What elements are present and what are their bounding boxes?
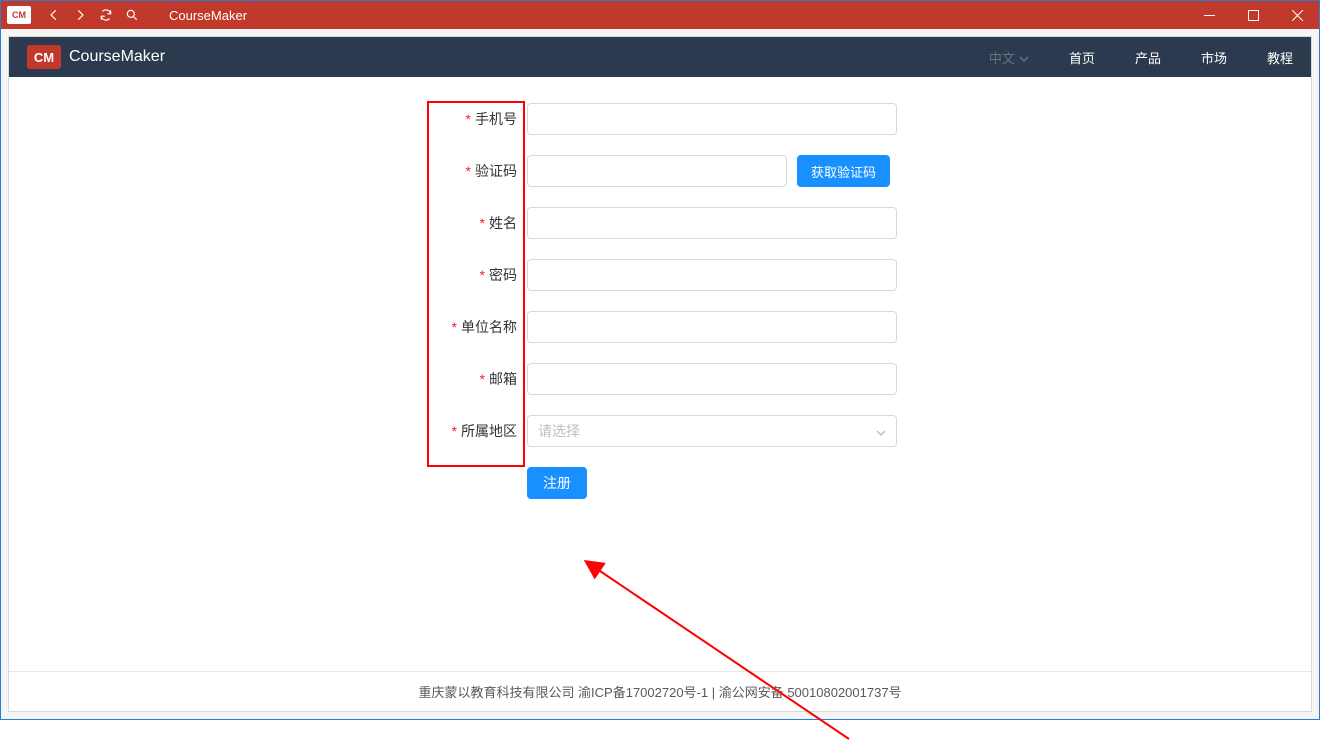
window-controls — [1187, 1, 1319, 29]
page-header: CM CourseMaker 中文 首页 产品 市场 教程 — [9, 37, 1311, 77]
back-button[interactable] — [43, 4, 65, 26]
nav-tutorial[interactable]: 教程 — [1267, 48, 1293, 67]
app-icon: CM — [7, 6, 31, 24]
content-area: CM CourseMaker 中文 首页 产品 市场 教程 — [1, 29, 1319, 719]
get-code-button[interactable]: 获取验证码 — [797, 155, 890, 187]
nav-market[interactable]: 市场 — [1201, 48, 1227, 67]
input-password[interactable] — [527, 259, 897, 291]
footer: 重庆蒙以教育科技有限公司 渝ICP备17002720号-1 | 渝公网安备 50… — [9, 671, 1311, 711]
search-button[interactable] — [121, 4, 143, 26]
brand-name: CourseMaker — [69, 48, 165, 66]
input-name[interactable] — [527, 207, 897, 239]
row-region: *所属地区 请选择 — [427, 415, 897, 447]
label-org: *单位名称 — [427, 317, 527, 337]
annotation-arrow — [569, 549, 869, 749]
register-form: *手机号 *验证码 获取验证码 *姓名 *密码 — [427, 103, 897, 499]
row-org: *单位名称 — [427, 311, 897, 343]
label-password: *密码 — [427, 265, 527, 285]
label-code: *验证码 — [427, 161, 527, 181]
label-email: *邮箱 — [427, 369, 527, 389]
close-button[interactable] — [1275, 1, 1319, 29]
input-org[interactable] — [527, 311, 897, 343]
row-submit: 注册 — [427, 467, 897, 499]
input-email[interactable] — [527, 363, 897, 395]
nav-product[interactable]: 产品 — [1135, 48, 1161, 67]
row-phone: *手机号 — [427, 103, 897, 135]
submit-button[interactable]: 注册 — [527, 467, 587, 499]
chevron-down-icon — [876, 423, 886, 439]
form-area: *手机号 *验证码 获取验证码 *姓名 *密码 — [9, 77, 1311, 671]
input-phone[interactable] — [527, 103, 897, 135]
label-phone: *手机号 — [427, 109, 527, 129]
label-name: *姓名 — [427, 213, 527, 233]
maximize-button[interactable] — [1231, 1, 1275, 29]
app-window: CM CourseMaker CM — [0, 0, 1320, 720]
footer-text: 重庆蒙以教育科技有限公司 渝ICP备17002720号-1 | 渝公网安备 50… — [418, 682, 901, 701]
header-nav: 中文 首页 产品 市场 教程 — [989, 48, 1293, 67]
chevron-down-icon — [1019, 50, 1029, 65]
logo-badge: CM — [27, 45, 61, 69]
row-password: *密码 — [427, 259, 897, 291]
select-region[interactable]: 请选择 — [527, 415, 897, 447]
minimize-button[interactable] — [1187, 1, 1231, 29]
nav-home[interactable]: 首页 — [1069, 48, 1095, 67]
label-region: *所属地区 — [427, 421, 527, 441]
row-name: *姓名 — [427, 207, 897, 239]
titlebar: CM CourseMaker — [1, 1, 1319, 29]
refresh-button[interactable] — [95, 4, 117, 26]
input-code[interactable] — [527, 155, 787, 187]
select-placeholder: 请选择 — [538, 421, 580, 441]
language-selector[interactable]: 中文 — [989, 48, 1029, 67]
row-code: *验证码 获取验证码 — [427, 155, 897, 187]
language-label: 中文 — [989, 48, 1015, 67]
row-email: *邮箱 — [427, 363, 897, 395]
page: CM CourseMaker 中文 首页 产品 市场 教程 — [8, 36, 1312, 712]
forward-button[interactable] — [69, 4, 91, 26]
window-title: CourseMaker — [169, 8, 247, 23]
